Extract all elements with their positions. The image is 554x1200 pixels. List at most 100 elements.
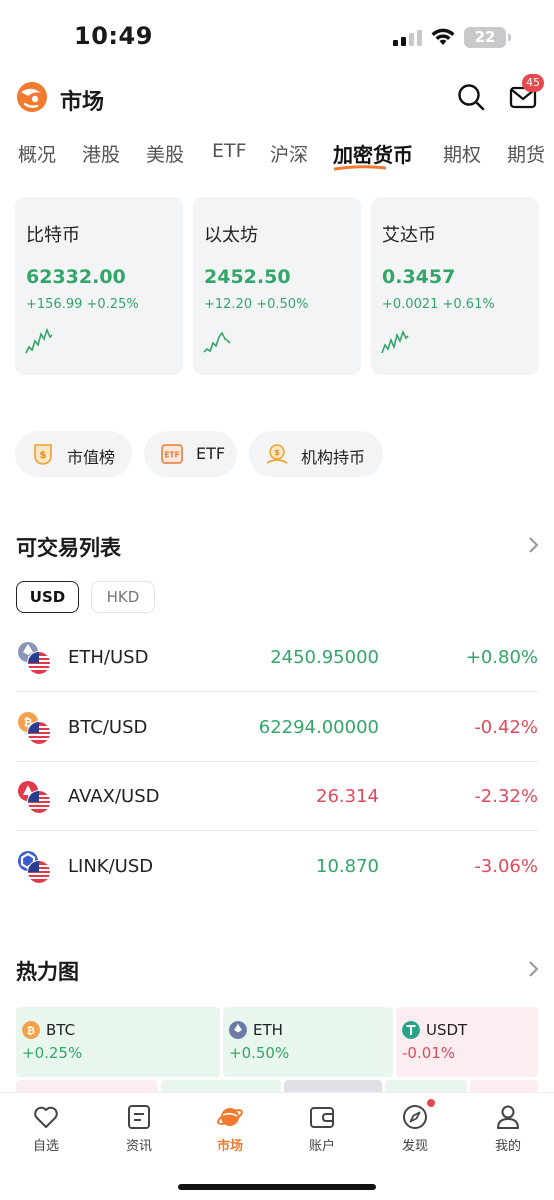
pair-name: AVAX/USD (68, 786, 160, 807)
etf-icon: ETF (161, 444, 183, 464)
market-cap-icon: $ (34, 444, 52, 465)
pair-price: 62294.00000 (258, 717, 379, 738)
coin-price: 2452.50 (204, 266, 291, 288)
notification-dot (427, 1099, 435, 1107)
pair-name: ETH/USD (68, 647, 149, 668)
usdt-icon (402, 1021, 420, 1039)
heatmap-tile-btc[interactable]: ₿ BTC +0.25% (16, 1007, 220, 1077)
nav-label: 账户 (308, 1139, 335, 1154)
shortcut-label: ETF (196, 444, 226, 463)
tile-change: +0.50% (229, 1044, 290, 1062)
avax-usd-pair-icon (18, 781, 51, 814)
nav-watchlist[interactable]: 自选 (1, 1093, 91, 1163)
table-row[interactable]: ETH/USD 2450.95000 +0.80% (16, 623, 538, 692)
pair-change: +0.80% (465, 647, 538, 668)
coin-name: 艾达币 (382, 225, 436, 246)
coin-change: +12.20 +0.50% (204, 297, 309, 312)
app-logo-icon (17, 82, 47, 112)
btc-icon: ₿ (22, 1021, 40, 1039)
mail-badge: 45 (522, 74, 544, 92)
coin-card-ada[interactable]: 艾达币 0.3457 +0.0021 +0.61% (371, 197, 539, 375)
nav-profile[interactable]: 我的 (463, 1093, 553, 1163)
tab-futures[interactable]: 期货 (507, 140, 545, 167)
chevron-right-icon[interactable] (527, 960, 541, 978)
tile-change: +0.25% (22, 1044, 83, 1062)
pair-change: -2.32% (474, 786, 538, 807)
page-title: 市场 (60, 90, 105, 115)
coin-change: +0.0021 +0.61% (382, 297, 495, 312)
institution-holdings-icon: $ (266, 444, 288, 464)
svg-text:₿: ₿ (27, 1025, 35, 1037)
heatmap-tile-eth[interactable]: ETH +0.50% (223, 1007, 393, 1077)
nav-news[interactable]: 资讯 (94, 1093, 184, 1163)
tile-change: -0.01% (402, 1044, 456, 1062)
tab-overview[interactable]: 概况 (18, 140, 56, 167)
tab-a-shares[interactable]: 沪深 (270, 140, 308, 167)
heatmap-tile-usdt[interactable]: USDT -0.01% (396, 1007, 538, 1077)
bottom-nav: 自选 资讯 市场 账户 发现 我的 (0, 1092, 554, 1200)
tab-crypto[interactable]: 加密货币 (333, 139, 413, 168)
tile-name: BTC (46, 1021, 76, 1039)
sparkline-icon (381, 329, 409, 354)
table-row[interactable]: AVAX/USD 26.314 -2.32% (16, 762, 538, 831)
coin-price: 0.3457 (382, 266, 456, 288)
compass-icon (403, 1105, 427, 1129)
nav-label: 资讯 (125, 1139, 152, 1154)
nav-label: 市场 (216, 1139, 243, 1154)
pair-price: 10.870 (316, 856, 379, 877)
tab-us-stocks[interactable]: 美股 (146, 140, 184, 167)
news-icon (128, 1105, 150, 1129)
search-icon[interactable] (456, 82, 486, 112)
chevron-right-icon[interactable] (527, 536, 541, 554)
heart-icon (34, 1106, 58, 1128)
pair-price: 2450.95000 (270, 647, 379, 668)
svg-text:$: $ (274, 448, 280, 457)
currency-hkd-button[interactable]: HKD (91, 581, 155, 613)
shortcut-label: 市值榜 (67, 448, 116, 467)
wallet-icon (310, 1107, 334, 1128)
heatmap-title: 热力图 (16, 960, 79, 984)
tab-etf[interactable]: ETF (212, 140, 247, 162)
planet-icon (217, 1108, 243, 1126)
market-cap-button[interactable]: $ 市值榜 (15, 431, 132, 477)
nav-account[interactable]: 账户 (277, 1093, 367, 1163)
nav-discover[interactable]: 发现 (370, 1093, 460, 1163)
nav-market[interactable]: 市场 (185, 1093, 275, 1163)
nav-label: 自选 (32, 1139, 59, 1154)
sparkline-icon (203, 331, 231, 353)
pair-change: -0.42% (474, 717, 538, 738)
coin-card-btc[interactable]: 比特币 62332.00 +156.99 +0.25% (15, 197, 183, 375)
table-row[interactable]: ₿ BTC/USD 62294.00000 -0.42% (16, 693, 538, 762)
sparkline-icon (25, 327, 53, 354)
coin-name: 以太坊 (204, 225, 258, 246)
home-indicator (178, 1184, 376, 1190)
pair-price: 26.314 (316, 786, 379, 807)
table-row[interactable]: LINK/USD 10.870 -3.06% (16, 832, 538, 901)
wifi-icon (431, 28, 455, 45)
tab-hk-stocks[interactable]: 港股 (82, 140, 120, 167)
tab-options[interactable]: 期权 (443, 140, 481, 167)
tile-name: USDT (426, 1021, 468, 1039)
battery-icon: 22 (464, 27, 511, 48)
institution-holdings-button[interactable]: $ 机构持币 (249, 431, 383, 477)
svg-text:$: $ (40, 450, 47, 461)
shortcut-label: 机构持币 (301, 448, 366, 467)
link-usd-pair-icon (18, 851, 51, 884)
coin-change: +156.99 +0.25% (26, 297, 139, 312)
nav-label: 发现 (401, 1139, 428, 1154)
eth-icon (229, 1021, 247, 1039)
btc-usd-pair-icon: ₿ (18, 712, 51, 745)
cellular-signal-icon (393, 30, 422, 46)
user-icon (497, 1105, 519, 1129)
pair-name: BTC/USD (68, 717, 148, 738)
etf-button[interactable]: ETF ETF (144, 431, 237, 477)
coin-name: 比特币 (26, 225, 80, 246)
tile-name: ETH (253, 1021, 283, 1039)
eth-usd-pair-icon (18, 642, 51, 675)
pair-change: -3.06% (474, 856, 538, 877)
status-bar: 10:49 22 (0, 0, 554, 70)
coin-card-eth[interactable]: 以太坊 2452.50 +12.20 +0.50% (193, 197, 361, 375)
currency-usd-button[interactable]: USD (16, 581, 79, 613)
app-header: 市场 45 (0, 74, 554, 122)
tradable-list-title: 可交易列表 (16, 536, 121, 560)
